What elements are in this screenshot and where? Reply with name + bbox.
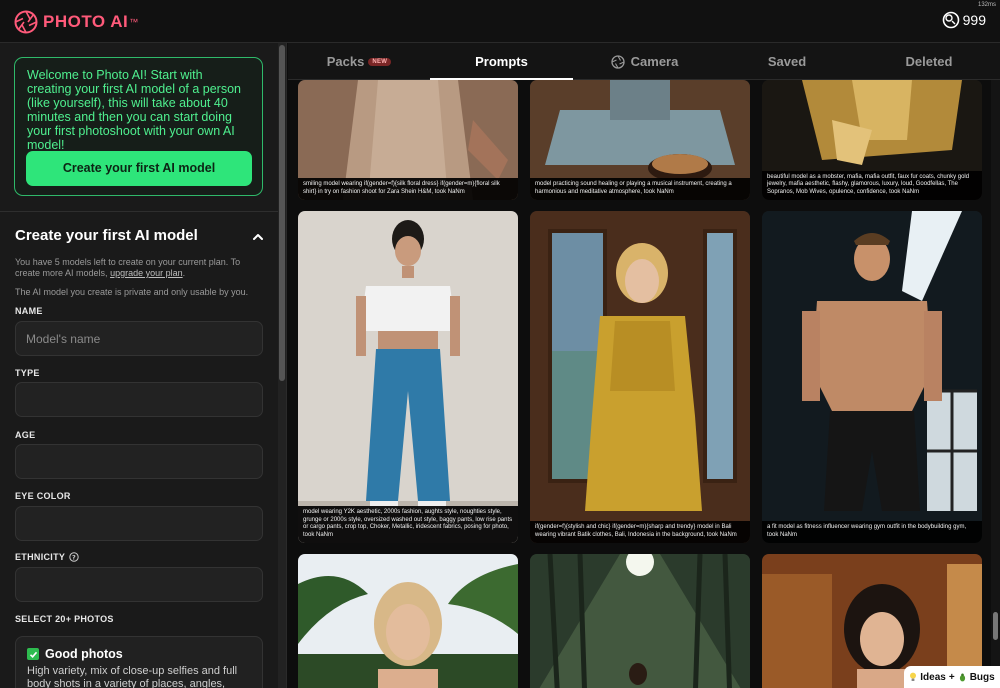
divider: [0, 211, 279, 212]
chevron-up-icon[interactable]: [251, 230, 265, 244]
ethnicity-label: ETHNICITY ?: [15, 552, 79, 562]
good-photos-card: Good photos High variety, mix of close-u…: [15, 636, 263, 688]
svg-text:?: ?: [72, 553, 76, 561]
ethnicity-input[interactable]: [15, 567, 263, 602]
card-caption: model wearing Y2K aesthetic, 2000s fashi…: [298, 506, 518, 543]
info-icon[interactable]: ?: [69, 552, 79, 562]
tab-packs-label: Packs: [326, 54, 365, 69]
gallery-photo: [530, 554, 750, 688]
card-caption: model practicing sound healing or playin…: [530, 178, 750, 200]
credits-value: 999: [962, 12, 986, 28]
eye-color-input[interactable]: [15, 506, 263, 541]
good-photos-description: High variety, mix of close-up selfies an…: [27, 665, 238, 688]
gallery-card[interactable]: [530, 554, 750, 688]
name-label: NAME: [15, 306, 43, 316]
camera-aperture-icon: [610, 54, 625, 69]
brand-name: PHOTO AI: [43, 12, 129, 31]
tab-deleted[interactable]: Deleted: [858, 43, 1000, 80]
card-caption: smiling model wearing if(gender=f){silk …: [298, 178, 518, 200]
ethnicity-label-text: ETHNICITY: [15, 552, 66, 562]
lightbulb-icon: [910, 672, 917, 681]
private-note: The AI model you create is private and o…: [15, 287, 249, 297]
welcome-text: Welcome to Photo AI! Start with creating…: [27, 68, 241, 152]
bug-icon: [959, 673, 965, 681]
tab-prompts[interactable]: Prompts: [430, 43, 573, 80]
select-photos-label: SELECT 20+ PHOTOS: [15, 614, 114, 624]
gallery-photo: [298, 211, 518, 543]
bugs-label: Bugs: [969, 671, 995, 683]
check-icon: [27, 648, 39, 660]
sidebar-scroll-thumb[interactable]: [279, 45, 285, 381]
new-badge: NEW: [368, 57, 392, 66]
age-input[interactable]: [15, 444, 263, 479]
gallery-card[interactable]: smiling model wearing if(gender=f){silk …: [298, 80, 518, 200]
card-caption: beautiful model as a mobster, mafia, maf…: [762, 170, 982, 200]
feedback-button[interactable]: Ideas + Bugs: [904, 666, 1000, 688]
card-caption: if(gender=f){stylish and chic} if(gender…: [530, 521, 750, 543]
gallery-scroll-thumb[interactable]: [993, 612, 998, 640]
gallery-card[interactable]: a fit model as fitness influencer wearin…: [762, 211, 982, 543]
gallery-photo: [298, 554, 518, 688]
card-caption: a fit model as fitness influencer wearin…: [762, 521, 982, 543]
tab-bar: Packs NEW Prompts Camera Saved Deleted: [288, 43, 1000, 80]
logo[interactable]: PHOTO AI ™: [14, 10, 138, 34]
tab-saved[interactable]: Saved: [716, 43, 858, 80]
create-first-model-button[interactable]: Create your first AI model: [26, 151, 252, 186]
main-panel: Packs NEW Prompts Camera Saved Deleted s…: [288, 43, 1000, 688]
aperture-logo-icon: [14, 10, 38, 34]
section-title: Create your first AI model: [15, 227, 198, 244]
credits-counter[interactable]: 999: [942, 11, 986, 29]
welcome-card: Welcome to Photo AI! Start with creating…: [14, 57, 263, 196]
good-photos-title-text: Good photos: [45, 647, 123, 661]
tab-camera[interactable]: Camera: [573, 43, 716, 80]
help-text: You have 5 models left to create on your…: [15, 257, 265, 279]
help-text-suffix: .: [182, 268, 186, 278]
gallery-card[interactable]: [298, 554, 518, 688]
top-bar: PHOTO AI ™ 132ms 999: [0, 0, 1000, 43]
tab-packs[interactable]: Packs NEW: [288, 43, 430, 80]
sidebar-scrollbar[interactable]: [278, 43, 286, 688]
brand-tm: ™: [129, 17, 139, 27]
gallery-scrollbar[interactable]: [991, 80, 1000, 688]
model-name-input[interactable]: [15, 321, 263, 356]
gallery-card[interactable]: beautiful model as a mobster, mafia, maf…: [762, 80, 982, 200]
eye-color-label: EYE COLOR: [15, 491, 71, 501]
gallery-card[interactable]: model practicing sound healing or playin…: [530, 80, 750, 200]
tab-camera-label: Camera: [630, 54, 679, 69]
plus-label: +: [948, 671, 955, 683]
render-time: 132ms: [977, 2, 996, 8]
gallery-photo: [762, 211, 982, 543]
good-photos-title: Good photos: [27, 647, 251, 661]
credits-icon: [942, 11, 959, 29]
ideas-label: Ideas: [920, 671, 946, 683]
gallery-card[interactable]: model wearing Y2K aesthetic, 2000s fashi…: [298, 211, 518, 543]
gallery-card[interactable]: if(gender=f){stylish and chic} if(gender…: [530, 211, 750, 543]
type-label: TYPE: [15, 368, 40, 378]
type-input[interactable]: [15, 382, 263, 417]
sidebar: Welcome to Photo AI! Start with creating…: [0, 43, 287, 688]
age-label: AGE: [15, 430, 36, 440]
gallery-photo: [530, 211, 750, 543]
upgrade-plan-link[interactable]: upgrade your plan: [110, 268, 183, 278]
